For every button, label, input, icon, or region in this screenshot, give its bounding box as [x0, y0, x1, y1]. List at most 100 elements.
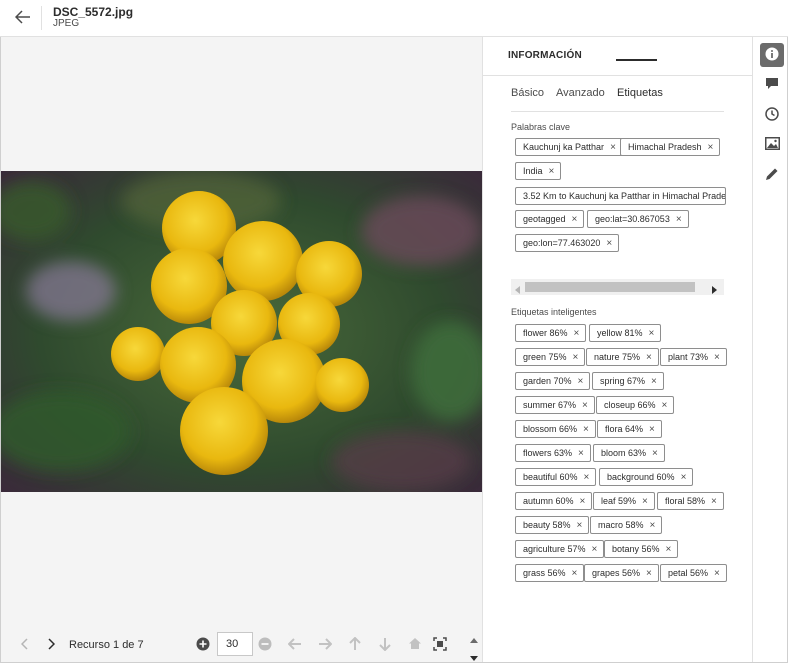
tab-etiquetas[interactable]: Etiquetas	[617, 87, 663, 99]
fit-to-screen-button[interactable]	[432, 636, 448, 654]
preview-scrollbar[interactable]	[466, 627, 482, 662]
remove-tag-icon[interactable]: ×	[606, 238, 612, 249]
keyword-tag[interactable]: Kauchunj ka Patthar ×	[515, 138, 623, 156]
remove-tag-icon[interactable]: ×	[666, 544, 672, 555]
keyword-tag[interactable]: 3.52 Km to Kauchunj ka Patthar in Himach…	[515, 187, 726, 205]
smart-tag[interactable]: yellow 81% ×	[589, 324, 662, 342]
remove-tag-icon[interactable]: ×	[578, 448, 584, 459]
remove-tag-icon[interactable]: ×	[649, 424, 655, 435]
comments-rail-button[interactable]	[760, 73, 784, 97]
next-asset-button[interactable]	[43, 637, 59, 653]
tag-label: yellow 81%	[597, 328, 643, 338]
remove-tag-icon[interactable]: ×	[714, 352, 720, 363]
smart-tag[interactable]: blossom 66% ×	[515, 420, 596, 438]
zoom-input[interactable]	[217, 632, 253, 656]
tag-label: green 75%	[523, 352, 567, 362]
smart-tag[interactable]: flower 86% ×	[515, 324, 587, 342]
smart-tag[interactable]: grass 56% ×	[515, 564, 585, 582]
asset-image[interactable]	[1, 171, 482, 492]
smart-tags-label: Etiquetas inteligentes	[511, 307, 597, 317]
smart-tag[interactable]: flowers 63% ×	[515, 444, 591, 462]
remove-tag-icon[interactable]: ×	[651, 376, 657, 387]
remove-tag-icon[interactable]: ×	[583, 424, 589, 435]
tab-basico[interactable]: Básico	[511, 87, 544, 99]
remove-tag-icon[interactable]: ×	[646, 352, 652, 363]
zoom-in-button[interactable]	[195, 637, 211, 653]
remove-tag-icon[interactable]: ×	[650, 520, 656, 531]
smart-tag[interactable]: nature 75% ×	[586, 348, 659, 366]
keyword-tag[interactable]: geo:lat=30.867053 ×	[587, 210, 689, 228]
scroll-right-arrow-icon[interactable]	[712, 283, 717, 297]
remove-tag-icon[interactable]: ×	[592, 544, 598, 555]
keywords-scrollbar[interactable]	[511, 279, 724, 295]
remove-tag-icon[interactable]: ×	[652, 448, 658, 459]
keyword-tag[interactable]: India ×	[515, 162, 562, 180]
pan-left-button[interactable]	[287, 637, 303, 653]
smart-tag[interactable]: beauty 58% ×	[515, 516, 590, 534]
smart-tag[interactable]: beautiful 60% ×	[515, 468, 597, 486]
smart-tag[interactable]: closeup 66% ×	[596, 396, 675, 414]
fit-screen-icon	[433, 636, 447, 654]
smart-tag[interactable]: summer 67% ×	[515, 396, 595, 414]
remove-tag-icon[interactable]: ×	[610, 142, 616, 153]
remove-tag-icon[interactable]: ×	[572, 214, 578, 225]
smart-tag[interactable]: green 75% ×	[515, 348, 586, 366]
keyword-tag[interactable]: geotagged ×	[515, 210, 585, 228]
tag-label: macro 58%	[598, 520, 644, 530]
smart-tag[interactable]: flora 64% ×	[597, 420, 662, 438]
smart-tag[interactable]: plant 73% ×	[660, 348, 727, 366]
smart-tag[interactable]: spring 67% ×	[592, 372, 664, 390]
remove-tag-icon[interactable]: ×	[676, 214, 682, 225]
remove-tag-icon[interactable]: ×	[584, 472, 590, 483]
remove-tag-icon[interactable]: ×	[714, 568, 720, 579]
zoom-out-button[interactable]	[257, 637, 273, 653]
smart-tag[interactable]: agriculture 57% ×	[515, 540, 605, 558]
scrollbar-thumb[interactable]	[525, 282, 695, 292]
remove-tag-icon[interactable]: ×	[582, 400, 588, 411]
arrow-right-icon	[318, 637, 333, 653]
remove-tag-icon[interactable]: ×	[580, 496, 586, 507]
smart-tag[interactable]: grapes 56% ×	[584, 564, 659, 582]
scroll-up-arrow-icon[interactable]	[470, 632, 478, 646]
smart-tag[interactable]: bloom 63% ×	[593, 444, 665, 462]
smart-tag[interactable]: leaf 59% ×	[593, 492, 655, 510]
reset-view-button[interactable]	[407, 637, 423, 653]
scroll-down-arrow-icon[interactable]	[470, 650, 478, 663]
info-rail-button[interactable]	[760, 43, 784, 67]
back-button[interactable]	[12, 8, 34, 28]
smart-tag[interactable]: petal 56% ×	[660, 564, 727, 582]
chevron-left-icon	[20, 637, 29, 653]
smart-tag[interactable]: background 60% ×	[599, 468, 694, 486]
smart-tag[interactable]: macro 58% ×	[590, 516, 663, 534]
remove-tag-icon[interactable]: ×	[578, 376, 584, 387]
pan-up-button[interactable]	[347, 636, 363, 653]
edit-rail-button[interactable]	[760, 163, 784, 187]
smart-tag[interactable]: autumn 60% ×	[515, 492, 593, 510]
keyword-tag[interactable]: Himachal Pradesh ×	[620, 138, 721, 156]
remove-tag-icon[interactable]: ×	[708, 142, 714, 153]
remove-tag-icon[interactable]: ×	[572, 568, 578, 579]
remove-tag-icon[interactable]: ×	[577, 520, 583, 531]
remove-tag-icon[interactable]: ×	[574, 328, 580, 339]
remove-tag-icon[interactable]: ×	[549, 166, 555, 177]
smart-tag[interactable]: garden 70% ×	[515, 372, 591, 390]
previous-asset-button[interactable]	[17, 637, 33, 653]
remove-tag-icon[interactable]: ×	[662, 400, 668, 411]
remove-tag-icon[interactable]: ×	[649, 328, 655, 339]
scroll-left-arrow-icon[interactable]	[515, 283, 520, 297]
pan-down-button[interactable]	[377, 637, 393, 653]
smart-tag[interactable]: botany 56% ×	[604, 540, 679, 558]
renditions-rail-button[interactable]	[760, 133, 784, 157]
remove-tag-icon[interactable]: ×	[711, 496, 717, 507]
tab-avanzado[interactable]: Avanzado	[556, 87, 605, 99]
remove-tag-icon[interactable]: ×	[646, 568, 652, 579]
image-icon	[764, 137, 780, 153]
keyword-tag[interactable]: geo:lon=77.463020 ×	[515, 234, 620, 252]
panel-title: INFORMACIÓN	[508, 50, 582, 61]
versions-rail-button[interactable]	[760, 103, 784, 127]
remove-tag-icon[interactable]: ×	[681, 472, 687, 483]
remove-tag-icon[interactable]: ×	[642, 496, 648, 507]
smart-tag[interactable]: floral 58% ×	[657, 492, 724, 510]
remove-tag-icon[interactable]: ×	[573, 352, 579, 363]
pan-right-button[interactable]	[317, 637, 333, 653]
